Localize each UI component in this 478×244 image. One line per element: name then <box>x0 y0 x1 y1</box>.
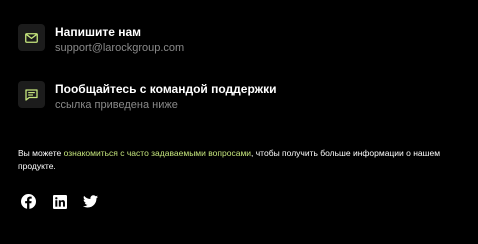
facebook-link[interactable] <box>21 194 36 209</box>
linkedin-icon <box>52 194 67 209</box>
email-link[interactable]: support@larockgroup.com <box>55 41 184 55</box>
chat-icon-box <box>18 81 45 108</box>
faq-text-before: Вы можете <box>18 147 64 158</box>
faq-paragraph: Вы можете ознакомиться с часто задаваемы… <box>18 147 458 173</box>
social-links <box>21 194 114 209</box>
support-title: Пообщайтесь с командой поддержки <box>55 82 277 96</box>
contact-support: Пообщайтесь с командой поддержки ссылка … <box>18 81 277 112</box>
contact-email: Напишите нам support@larockgroup.com <box>18 24 184 55</box>
mail-icon <box>25 32 38 43</box>
facebook-icon <box>21 194 36 209</box>
twitter-icon <box>83 195 98 208</box>
twitter-link[interactable] <box>83 194 98 209</box>
support-subtitle: ссылка приведена ниже <box>55 99 178 111</box>
linkedin-link[interactable] <box>52 194 67 209</box>
chat-icon <box>25 88 38 101</box>
faq-link[interactable]: ознакомиться с часто задаваемыми вопроса… <box>64 148 251 158</box>
mail-icon-box <box>18 24 45 51</box>
email-title: Напишите нам <box>55 25 142 39</box>
